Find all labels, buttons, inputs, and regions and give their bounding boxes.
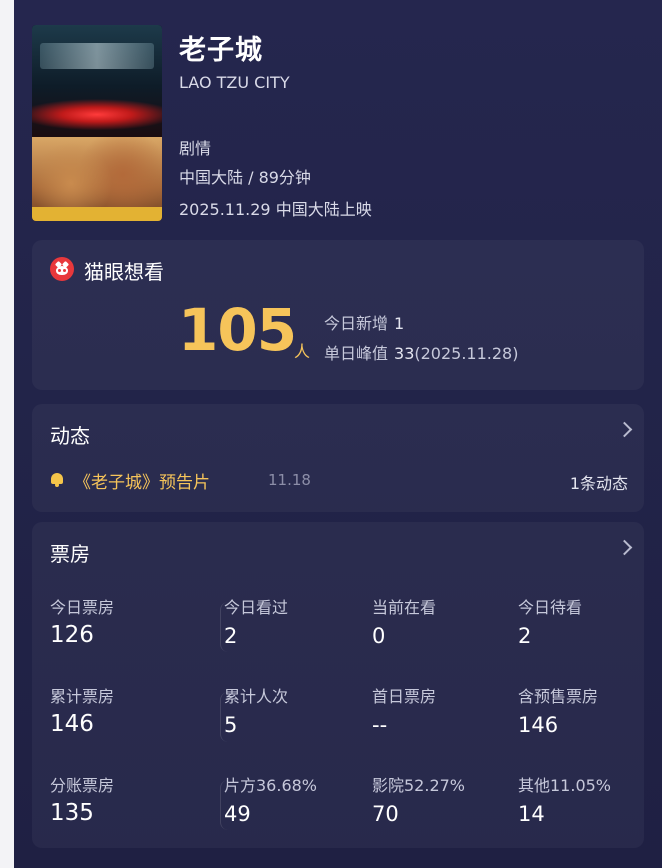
movie-detail-page: 老子城 LAO TZU CITY 剧情 中国大陆 / 89分钟 2025.11.…: [14, 0, 662, 868]
stat-label: 首日票房: [372, 687, 437, 706]
stat-label: 分账票房: [50, 776, 115, 795]
stat-label: 累计票房: [50, 687, 115, 706]
stat-value: 146: [50, 711, 94, 737]
want-today-new-value: 1: [394, 314, 405, 333]
news-count[interactable]: 1条动态: [570, 470, 628, 494]
news-title: 动态: [50, 424, 90, 448]
movie-poster[interactable]: [32, 25, 162, 221]
stat-value: 135: [50, 800, 94, 826]
want-peak-value: 33: [394, 344, 415, 363]
chevron-right-icon[interactable]: [616, 421, 633, 438]
stat-label: 今日看过: [224, 598, 289, 617]
want-peak-label: 单日峰值: [324, 344, 389, 363]
stat-label: 其他11.05%: [518, 776, 612, 795]
movie-release-date: 2025.11.29 中国大陆上映: [179, 200, 372, 219]
stat-label: 累计人次: [224, 687, 289, 706]
movie-title: 老子城: [179, 35, 263, 66]
stat-value: 49: [224, 802, 251, 826]
chevron-right-icon[interactable]: [616, 539, 633, 556]
stat-value: 0: [372, 624, 386, 648]
stat-value: 126: [50, 622, 94, 648]
stat-label: 影院52.27%: [372, 776, 466, 795]
want-count: 105: [178, 296, 297, 364]
stat-label: 今日待看: [518, 598, 583, 617]
want-peak: 单日峰值 33(2025.11.28): [324, 340, 518, 364]
want-today-new: 今日新增 1: [324, 310, 404, 334]
movie-genre: 剧情: [179, 139, 212, 158]
stat-label: 今日票房: [50, 598, 115, 617]
want-unit: 人: [294, 342, 311, 361]
box-office-card: 票房 今日票房 126 今日看过 2 当前在看 0 今日待看 2 累计票房 14…: [32, 522, 644, 848]
stat-value: 2: [224, 624, 238, 648]
want-peak-date: (2025.11.28): [414, 344, 519, 363]
news-card[interactable]: 动态 《老子城》预告片 11.18 1条动态: [32, 404, 644, 512]
stat-label: 当前在看: [372, 598, 437, 617]
movie-region-runtime: 中国大陆 / 89分钟: [179, 168, 311, 187]
stat-label: 含预售票房: [518, 687, 599, 706]
stat-label: 片方36.68%: [224, 776, 318, 795]
maoyan-cat-icon: [50, 257, 74, 281]
news-item-link[interactable]: 《老子城》预告片: [74, 468, 210, 493]
stat-value: 70: [372, 802, 399, 826]
stat-value: 146: [518, 713, 559, 737]
movie-english-title: LAO TZU CITY: [179, 73, 290, 92]
bell-icon: [50, 471, 64, 487]
stat-value: --: [372, 713, 388, 737]
want-today-new-label: 今日新增: [324, 314, 389, 333]
stat-value: 2: [518, 624, 532, 648]
want-to-watch-card: 猫眼想看 105 人 今日新增 1 单日峰值 33(2025.11.28): [32, 240, 644, 390]
news-item-date: 11.18: [268, 471, 311, 489]
box-office-title: 票房: [50, 542, 90, 566]
want-title: 猫眼想看: [84, 260, 164, 284]
stat-value: 5: [224, 713, 238, 737]
stat-value: 14: [518, 802, 545, 826]
